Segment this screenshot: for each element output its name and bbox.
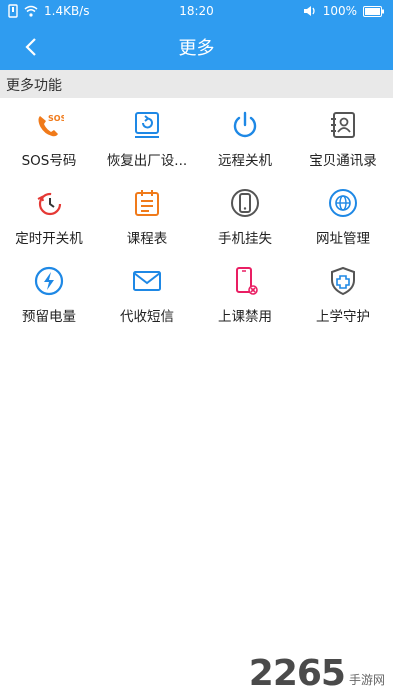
function-item-remote-shutdown[interactable]: 远程关机 [196, 98, 294, 176]
section-header: 更多功能 [0, 70, 393, 98]
function-item-schedule[interactable]: 课程表 [98, 176, 196, 254]
factory-reset-icon [132, 110, 162, 140]
function-item-url-management[interactable]: 网址管理 [294, 176, 392, 254]
function-label: 定时开关机 [15, 231, 83, 247]
function-item-phone-lost[interactable]: 手机挂失 [196, 176, 294, 254]
function-label: 上课禁用 [218, 309, 272, 325]
top-app-bar: 更多 [0, 24, 393, 70]
function-item-factory-reset[interactable]: 恢复出厂设... [98, 98, 196, 176]
svg-text:SOS: SOS [48, 114, 64, 123]
function-label: 恢复出厂设... [106, 153, 188, 169]
function-item-contacts[interactable]: 宝贝通讯录 [294, 98, 392, 176]
class-disable-icon [230, 266, 260, 296]
watermark-number: 2265 [248, 653, 346, 694]
contacts-icon [328, 110, 358, 140]
timer-power-icon [34, 188, 64, 218]
function-label: 手机挂失 [218, 231, 272, 247]
function-item-timed-power[interactable]: 定时开关机 [0, 176, 98, 254]
watermark-site: 手游网 [348, 673, 385, 687]
battery-icon [363, 5, 384, 17]
function-item-sos[interactable]: SOS SOS号码 [0, 98, 98, 176]
sos-phone-icon: SOS [34, 110, 64, 140]
function-label: 宝贝通讯录 [309, 153, 377, 169]
volume-icon [303, 6, 315, 16]
status-bar: 1.4KB/s 18:20 100% [0, 0, 393, 24]
function-label: 上学守护 [316, 309, 370, 325]
function-label: SOS号码 [21, 153, 77, 169]
phone-lost-icon [230, 188, 260, 218]
function-item-sms-collect[interactable]: 代收短信 [98, 254, 196, 332]
battery-percent: 100% [322, 4, 357, 18]
function-item-reserve-battery[interactable]: 预留电量 [0, 254, 98, 332]
function-item-class-disable[interactable]: 上课禁用 [196, 254, 294, 332]
section-title: 更多功能 [6, 78, 62, 94]
function-label: 课程表 [126, 231, 168, 247]
page-title: 更多 [178, 38, 215, 59]
mail-icon [132, 266, 162, 296]
schedule-icon [132, 188, 162, 218]
function-item-school-guard[interactable]: 上学守护 [294, 254, 392, 332]
function-label: 代收短信 [120, 309, 174, 325]
watermark-logo: 2265 手游网 [249, 653, 385, 694]
status-right: 100% [303, 4, 385, 18]
function-label: 网址管理 [316, 231, 370, 247]
guard-shield-icon [328, 266, 358, 296]
globe-icon [328, 188, 358, 218]
function-label: 预留电量 [22, 309, 76, 325]
power-icon [230, 110, 260, 140]
function-label: 远程关机 [218, 153, 272, 169]
battery-reserve-icon [34, 266, 64, 296]
